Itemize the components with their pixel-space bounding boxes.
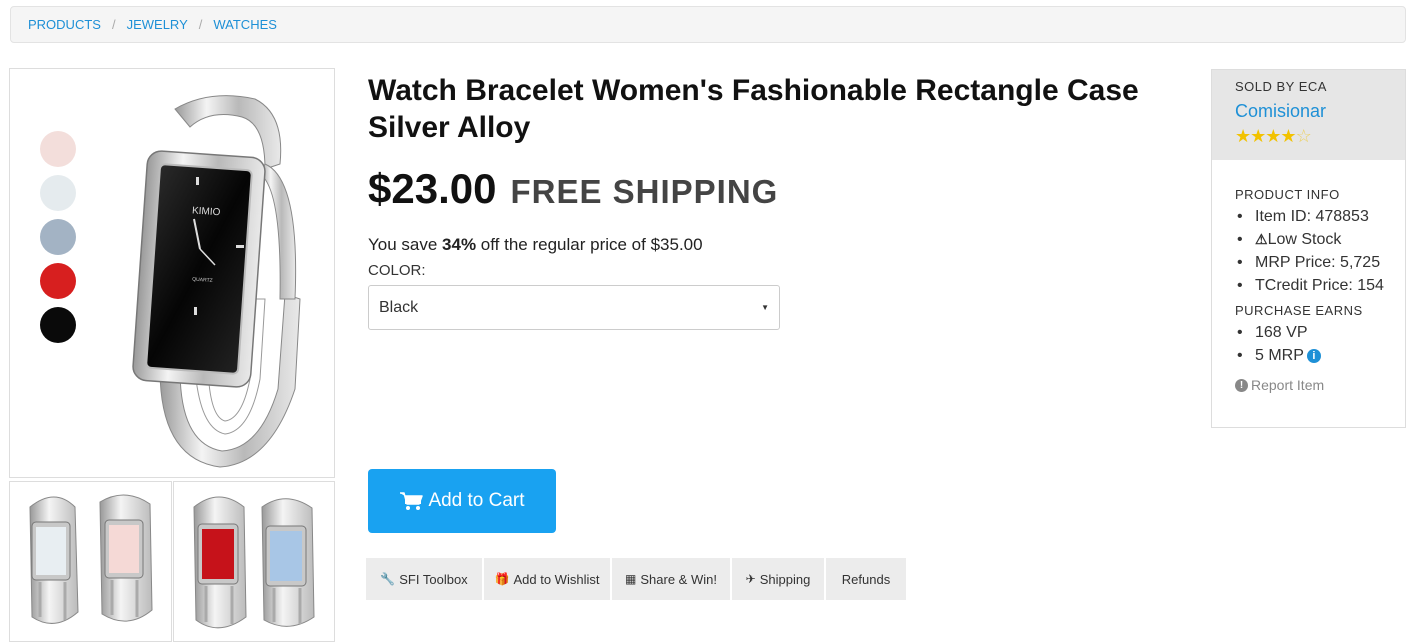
breadcrumb: PRODUCTS / JEWELRY / WATCHES <box>10 6 1406 43</box>
caret-down-icon: ▼ <box>761 303 769 312</box>
purchase-earns-list: 168 VP 5 MRPi <box>1235 321 1405 367</box>
item-id: Item ID: 478853 <box>1235 205 1405 228</box>
wrench-icon: 🔧 <box>380 572 396 586</box>
sold-by-label: SOLD BY ECA <box>1235 79 1327 94</box>
earns-mrp-label: 5 MRP <box>1255 347 1304 364</box>
mrp-price: MRP Price: 5,725 <box>1235 251 1405 274</box>
info-icon[interactable]: i <box>1306 348 1321 363</box>
product-title: Watch Bracelet Women's Fashionable Recta… <box>368 74 1139 144</box>
seller-header: SOLD BY ECA Comisionar ★★★★☆ <box>1212 70 1405 160</box>
earns-mrp: 5 MRPi <box>1235 344 1405 367</box>
gift-icon: 🎁 <box>494 572 510 586</box>
star-icon: ★ <box>1235 126 1251 146</box>
purchase-earns-title: PURCHASE EARNS <box>1235 303 1363 318</box>
savings-suffix: off the regular price of $35.00 <box>476 235 703 254</box>
savings-prefix: You save <box>368 235 443 254</box>
color-swatch-pink[interactable] <box>40 131 76 167</box>
star-icon: ★ <box>1250 126 1266 146</box>
refunds-label: Refunds <box>841 571 891 587</box>
color-swatch-blue[interactable] <box>40 219 76 255</box>
add-to-wishlist-button[interactable]: 🎁 Add to Wishlist <box>484 558 610 600</box>
report-item-link[interactable]: ! Report Item <box>1235 377 1405 393</box>
savings-text: You save 34% off the regular price of $3… <box>368 235 703 255</box>
exclamation-circle-icon: ! <box>1235 378 1248 392</box>
share-icon: ▦ <box>625 572 637 586</box>
add-to-cart-label: Add to Cart <box>428 490 525 511</box>
product-price: $23.00 <box>368 165 497 212</box>
seller-rating-stars: ★★★★☆ <box>1235 126 1405 147</box>
shipping-button[interactable]: ✈ Shipping <box>732 558 824 600</box>
svg-text:KIMIO: KIMIO <box>192 205 221 218</box>
seller-panel: SOLD BY ECA Comisionar ★★★★☆ PRODUCT INF… <box>1211 69 1406 428</box>
refunds-button[interactable]: Refunds <box>826 558 906 600</box>
seller-body: PRODUCT INFO Item ID: 478853 ⚠Low Stock … <box>1212 160 1405 393</box>
add-to-cart-button[interactable]: Add to Cart <box>368 469 556 533</box>
report-item-label: Report Item <box>1251 377 1325 393</box>
thumbnail-red-blue[interactable] <box>173 481 335 642</box>
color-swatch-white[interactable] <box>40 175 76 211</box>
thumbnail-white-pink[interactable] <box>9 481 172 642</box>
color-label: COLOR: <box>368 262 426 279</box>
cart-icon <box>400 492 424 510</box>
warning-icon: ⚠ <box>1255 231 1268 247</box>
stock-status: ⚠Low Stock <box>1235 228 1405 251</box>
price-row: $23.00 FREE SHIPPING <box>368 165 778 213</box>
shipping-label: Shipping <box>759 571 811 587</box>
star-icon: ★ <box>1265 126 1281 146</box>
breadcrumb-separator: / <box>198 17 203 32</box>
svg-text:QUARTZ: QUARTZ <box>192 277 213 284</box>
plane-icon: ✈ <box>745 572 756 586</box>
color-select[interactable]: Black ▼ <box>368 285 780 330</box>
color-select-value: Black <box>379 298 419 316</box>
earns-vp: 168 VP <box>1235 321 1405 344</box>
add-to-wishlist-label: Add to Wishlist <box>513 571 600 587</box>
color-swatch-red[interactable] <box>40 263 76 299</box>
free-shipping-label: FREE SHIPPING <box>510 173 779 210</box>
breadcrumb-jewelry[interactable]: JEWELRY <box>127 17 188 32</box>
main-product-image[interactable]: KIMIO QUARTZ <box>9 68 335 478</box>
star-empty-icon: ☆ <box>1295 126 1312 146</box>
share-win-label: Share & Win! <box>640 571 717 587</box>
star-icon: ★ <box>1280 126 1296 146</box>
share-win-button[interactable]: ▦ Share & Win! <box>612 558 730 600</box>
product-info-title: PRODUCT INFO <box>1235 187 1340 202</box>
tcredit-price: TCredit Price: 154 <box>1235 274 1405 297</box>
sfi-toolbox-label: SFI Toolbox <box>399 571 468 587</box>
thumbnail-image <box>193 496 315 629</box>
action-toolbar: 🔧 SFI Toolbox 🎁 Add to Wishlist ▦ Share … <box>366 558 906 600</box>
seller-name-link[interactable]: Comisionar <box>1235 101 1405 122</box>
breadcrumb-products[interactable]: PRODUCTS <box>28 17 101 32</box>
savings-percent: 34% <box>442 235 477 254</box>
breadcrumb-watches[interactable]: WATCHES <box>213 17 277 32</box>
thumbnail-image <box>29 494 153 624</box>
stock-label: Low Stock <box>1267 231 1342 248</box>
breadcrumb-separator: / <box>111 17 116 32</box>
product-info-list: Item ID: 478853 ⚠Low Stock MRP Price: 5,… <box>1235 205 1405 297</box>
color-swatch-black[interactable] <box>40 307 76 343</box>
sfi-toolbox-button[interactable]: 🔧 SFI Toolbox <box>366 558 482 600</box>
